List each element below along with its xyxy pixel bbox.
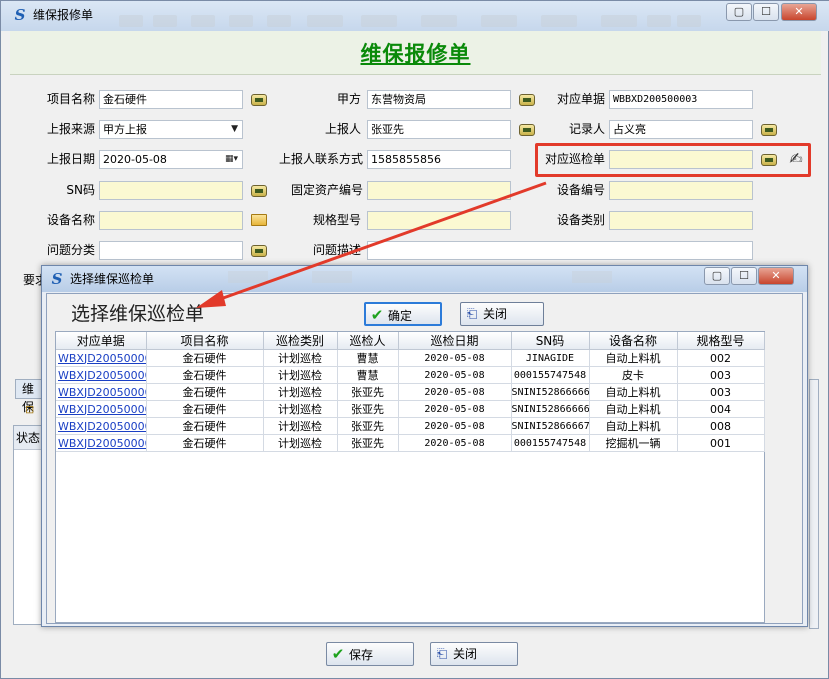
- annotation-arrow-line: [211, 181, 547, 304]
- annotation-arrow: [196, 181, 547, 308]
- annotation-arrow-head: [196, 290, 226, 308]
